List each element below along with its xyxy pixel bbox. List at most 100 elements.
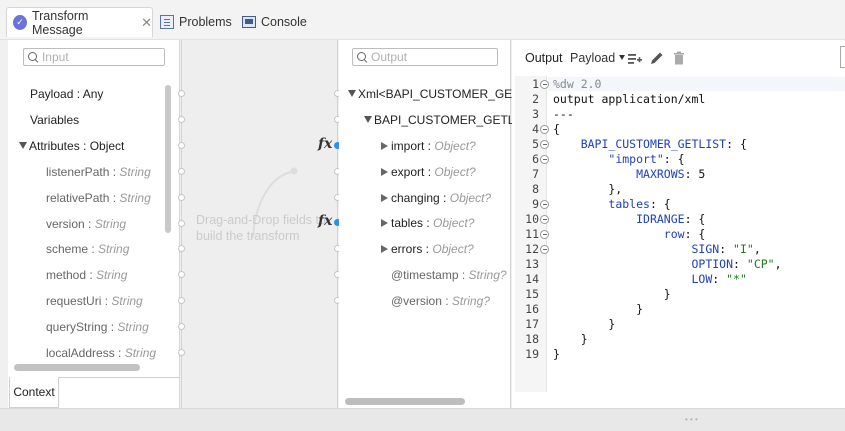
input-connector-dot[interactable] [178,297,185,304]
input-field-listenerpath[interactable]: listenerPath : String [46,165,151,179]
input-connector-dot[interactable] [178,349,185,356]
code-line[interactable]: } [553,332,588,347]
input-field-querystring[interactable]: queryString : String [46,320,149,334]
field-name: relativePath [46,191,110,205]
tab-problems[interactable]: Problems [160,7,232,37]
input-horizontal-scrollbar[interactable] [14,364,140,371]
expand-triangle-icon[interactable] [19,142,27,149]
code-line[interactable]: row: { [553,227,706,242]
code-line[interactable]: } [553,302,643,317]
input-field-localaddress[interactable]: localAddress : String [46,346,156,360]
input-field-version[interactable]: version : String [46,217,126,231]
expand-triangle-icon[interactable] [364,116,372,123]
input-tree-item-attributes[interactable]: Attributes : Object [19,139,124,153]
output-label: Output [525,51,563,65]
code-line[interactable]: } [553,317,615,332]
pencil-icon[interactable] [649,50,665,66]
field-name: version [46,217,85,231]
panel-edge-control[interactable] [840,46,845,68]
tab-transform-message[interactable]: ✓ Transform Message ✕ [6,7,153,37]
fold-toggle-icon[interactable] [540,125,549,134]
code-line[interactable]: } [553,287,671,302]
output-field-changing[interactable]: changing : Object? [381,191,491,205]
add-output-icon[interactable] [627,50,643,66]
code-line[interactable]: { [553,122,560,137]
line-number-row: 6 [515,152,549,167]
code-line[interactable]: BAPI_CUSTOMER_GETLIST: { [553,137,747,152]
output-horizontal-scrollbar[interactable] [345,398,465,405]
output-tree-item-root[interactable]: Xml<BAPI_CUSTOMER_GETL [348,87,526,101]
fold-toggle-icon[interactable] [540,140,549,149]
drag-drop-hint: Drag-and-Drop fields to build the transf… [196,213,326,243]
code-line[interactable]: OPTION: "CP", [553,257,781,272]
input-connector-dot[interactable] [178,194,185,201]
code-line[interactable]: } [553,347,560,362]
input-vertical-scrollbar[interactable] [165,85,171,233]
output-field-import[interactable]: import : Object? [381,139,476,153]
output-search-field[interactable] [352,48,498,66]
code-line[interactable]: LOW: "*" [553,272,746,287]
input-connector-dot[interactable] [178,271,185,278]
code-line[interactable]: SIGN: "I", [553,242,760,257]
input-connector-dot[interactable] [178,116,185,123]
fx-function-icon[interactable]: fx [318,136,332,152]
input-connector-dot[interactable] [178,142,185,149]
input-tree-item-variables[interactable]: Variables [30,113,79,127]
output-attr-timestamp[interactable]: @timestamp : String? [391,268,507,282]
code-line[interactable]: tables: { [553,197,670,212]
input-field-method[interactable]: method : String [46,268,127,282]
input-field-scheme[interactable]: scheme : String [46,242,129,256]
code-line[interactable]: %dw 2.0 [553,77,601,92]
collapse-triangle-icon[interactable] [381,245,388,253]
fold-toggle-icon[interactable] [540,155,549,164]
output-attr-version[interactable]: @version : String? [391,294,490,308]
code-line[interactable]: }, [553,182,622,197]
close-icon[interactable]: ✕ [141,15,152,31]
output-tree-item-bapi[interactable]: BAPI_CUSTOMER_GETLIS [364,113,526,127]
input-search-field[interactable] [23,48,165,66]
field-type: String? [468,268,507,282]
context-tab-label: Context [13,385,55,399]
fold-toggle-icon[interactable] [540,200,549,209]
output-search-input[interactable] [371,50,497,64]
code-line[interactable]: output application/xml [553,92,705,107]
code-line[interactable]: --- [553,107,574,122]
field-type: String? [451,294,490,308]
collapse-triangle-icon[interactable] [381,168,388,176]
input-tree-item-payload[interactable]: Payload : Any [30,87,103,101]
input-connector-dot[interactable] [178,90,185,97]
line-number-row: 10 [515,212,549,227]
fx-function-icon[interactable]: fx [318,213,332,229]
input-connector-dot[interactable] [178,220,185,227]
field-name: localAddress [46,346,115,360]
output-field-errors[interactable]: errors : Object? [381,242,474,256]
collapse-triangle-icon[interactable] [381,142,388,150]
tab-context[interactable]: Context [9,377,59,408]
output-field-export[interactable]: export : Object? [381,165,476,179]
code-line[interactable]: "import": { [553,152,684,167]
collapse-triangle-icon[interactable] [381,219,388,227]
chevron-down-icon [619,55,626,60]
input-connector-dot[interactable] [178,168,185,175]
tree-item-label: Xml<BAPI_CUSTOMER_GETL [358,87,527,101]
code-line[interactable]: IDRANGE: { [553,212,705,227]
expand-triangle-icon[interactable] [348,90,356,97]
payload-dropdown[interactable]: Payload [570,51,626,65]
input-field-requesturi[interactable]: requestUri : String [46,294,143,308]
fold-toggle-icon[interactable] [540,230,549,239]
input-connector-dot[interactable] [178,323,185,330]
code-line[interactable]: MAXROWS: 5 [553,167,705,182]
fold-toggle-icon[interactable] [540,215,549,224]
fold-toggle-icon[interactable] [540,80,549,89]
fold-toggle-icon[interactable] [540,245,549,254]
tab-console[interactable]: Console [242,7,307,37]
trash-icon[interactable] [671,50,687,66]
line-number-row: 12 [515,242,549,257]
input-search-input[interactable] [41,50,164,64]
output-field-tables[interactable]: tables : Object? [381,216,474,230]
field-type: String [119,165,151,179]
collapse-triangle-icon[interactable] [381,194,388,202]
input-field-relativepath[interactable]: relativePath : String [46,191,151,205]
resize-grip-icon[interactable]: • • • [685,416,698,424]
input-connector-dot[interactable] [178,245,185,252]
